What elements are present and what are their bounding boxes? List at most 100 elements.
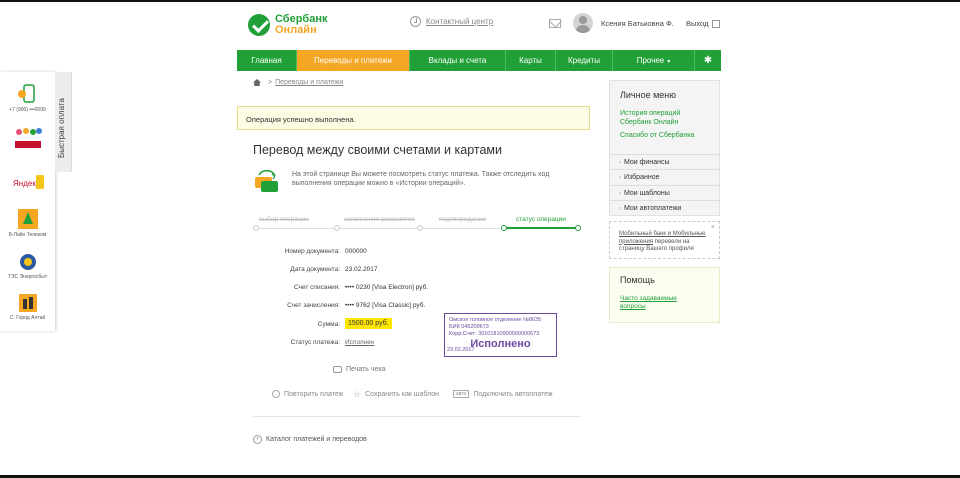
printer-icon	[333, 366, 342, 373]
quick-pay-yandex[interactable]: Яндекс	[0, 172, 55, 196]
nav-item-credits[interactable]: Кредиты	[556, 50, 613, 71]
status-label: Статус платежа:	[290, 339, 340, 346]
step-status: статус операции	[516, 216, 566, 223]
nav-item-cards[interactable]: Карты	[506, 50, 556, 71]
phone-icon	[17, 84, 35, 103]
quick-pay-phone-label: +7 (900) •••0000	[9, 107, 46, 113]
nav-label: Карты	[519, 56, 542, 65]
doc-date-label: Дата документа:	[290, 266, 340, 273]
amount-label: Сумма:	[317, 321, 340, 328]
quick-pay-gorod[interactable]: С. Город Алтай	[0, 293, 55, 321]
star-icon: ☆	[353, 389, 362, 399]
credit-account-label: Счет зачисления:	[287, 302, 340, 309]
pm-item-favorites[interactable]: › Избранное	[610, 169, 719, 184]
page-title: Перевод между своими счетами и картами	[253, 143, 502, 157]
quick-pay-tes[interactable]: ТЭС Энергосбыт	[0, 252, 55, 280]
pm-item-label: Мои шаблоны	[624, 190, 670, 197]
breadcrumb: > Переводы и платежи	[253, 79, 343, 86]
close-icon[interactable]: ×	[711, 224, 715, 232]
logo-line2: Онлайн	[275, 24, 317, 36]
stamp-date: 23.02.2017	[447, 347, 475, 353]
nav-item-deposits[interactable]: Вклады и счета	[410, 50, 506, 71]
logout-icon	[712, 19, 721, 28]
nav-label: Главная	[251, 56, 282, 65]
status-value-link[interactable]: Исполнен	[345, 339, 375, 346]
step-dot	[417, 225, 423, 231]
contact-center-link[interactable]: Контактный центр	[410, 16, 493, 27]
step-dot-active	[575, 225, 581, 231]
print-receipt-label: Печать чека	[346, 366, 386, 373]
pm-item-label: Мои финансы	[624, 159, 670, 166]
chevron-right-icon: ›	[619, 191, 621, 197]
pm-link-sberbank-online[interactable]: Сбербанк Онлайн	[620, 118, 678, 127]
chevron-right-icon: ›	[619, 160, 621, 166]
breadcrumb-separator: >	[268, 79, 273, 86]
pm-link-spasibo[interactable]: Спасибо от Сбербанка	[620, 131, 694, 140]
nav-label: Переводы и платежи	[314, 56, 392, 65]
user-name[interactable]: Ксения Батьковна Ф.	[601, 19, 674, 28]
personal-menu: Личное меню История операций Сбербанк Он…	[609, 80, 720, 216]
quick-pay-b-line[interactable]: Б-Лайн Телеком	[0, 208, 55, 238]
chevron-right-icon: ›	[619, 175, 621, 181]
step-confirm: подтверждение	[439, 216, 486, 223]
main-nav: Главная Переводы и платежи Вклады и счет…	[237, 50, 721, 71]
personal-menu-title: Личное меню	[620, 90, 677, 100]
auto-badge-icon: авто	[453, 390, 470, 398]
mail-icon[interactable]	[549, 19, 561, 28]
step-dot	[253, 225, 259, 231]
divider	[253, 416, 581, 417]
save-template-label: Сохранить как шаблон	[365, 390, 440, 398]
quick-pay-provider[interactable]	[0, 126, 55, 152]
stamp-line2: БИК 045209673	[449, 324, 489, 330]
success-alert-text: Операция успешно выполнена.	[246, 115, 356, 124]
b-line-logo-icon	[17, 209, 38, 229]
contact-center-label: Контактный центр	[426, 17, 494, 26]
step-fill-details: заполнение реквизитов	[344, 216, 415, 223]
pm-link-history[interactable]: История операций	[620, 109, 680, 118]
catalog-link[interactable]: ‹ Каталог платежей и переводов	[253, 435, 367, 444]
logout-label: Выход	[686, 19, 709, 28]
doc-number-label: Номер документа:	[284, 248, 340, 255]
nav-label: Кредиты	[568, 56, 600, 65]
logout-link[interactable]: Выход	[686, 19, 721, 28]
avatar[interactable]	[573, 13, 593, 33]
clock-icon	[410, 16, 421, 27]
quick-pay-tab-label: Быстрая оплата	[57, 98, 66, 158]
doc-number-value: 000000	[345, 248, 367, 255]
sberbank-logo[interactable]: Сбербанк Онлайн	[248, 11, 338, 39]
chevron-left-icon: ‹	[253, 435, 262, 444]
nav-item-transfers[interactable]: Переводы и платежи	[297, 50, 410, 71]
pm-item-label: Мои автоплатежи	[624, 205, 682, 212]
svg-text:Яндекс: Яндекс	[13, 179, 40, 188]
cards-transfer-icon	[255, 170, 278, 192]
nav-label: Прочее	[636, 56, 665, 65]
pm-item-autopayments[interactable]: › Мои автоплатежи	[610, 200, 719, 215]
faq-line2: вопросы	[620, 303, 646, 310]
catalog-label: Каталог платежей и переводов	[266, 436, 367, 443]
sberbank-logo-icon	[248, 14, 270, 36]
faq-link[interactable]: Часто задаваемые вопросы	[620, 295, 677, 311]
credit-account-value: •••• 9762 [Visa Classic] руб.	[345, 302, 426, 309]
quick-pay-phone[interactable]: +7 (900) •••0000	[0, 84, 55, 113]
breadcrumb-link-transfers[interactable]: Переводы и платежи	[275, 79, 343, 86]
repeat-payment-label: Повторить платеж	[284, 390, 344, 398]
gear-icon[interactable]: ✱	[695, 50, 721, 71]
provider-logo-icon	[14, 128, 42, 148]
gorod-logo-icon	[18, 294, 37, 312]
home-icon[interactable]	[253, 79, 261, 86]
info-text: На этой странице Вы можете посмотреть ст…	[292, 171, 550, 187]
quick-pay-gorod-label: С. Город Алтай	[9, 315, 46, 321]
pm-item-finances[interactable]: › Мои финансы	[610, 154, 719, 169]
tes-logo-icon	[19, 254, 36, 270]
repeat-payment-link[interactable]: Повторить платеж	[272, 390, 343, 398]
autopay-link[interactable]: авто Подключить автоплатеж	[453, 390, 553, 398]
pm-item-templates[interactable]: › Мои шаблоны	[610, 185, 719, 200]
logo-text: Сбербанк Онлайн	[275, 14, 328, 36]
nav-item-other[interactable]: Прочее ▾	[613, 50, 695, 71]
save-template-link[interactable]: ☆ Сохранить как шаблон	[353, 389, 440, 399]
repeat-icon	[272, 390, 280, 398]
print-receipt-link[interactable]: Печать чека	[333, 366, 386, 373]
nav-item-main[interactable]: Главная	[237, 50, 297, 71]
help-box: Помощь Часто задаваемые вопросы	[609, 267, 720, 323]
chevron-right-icon: ›	[619, 206, 621, 212]
